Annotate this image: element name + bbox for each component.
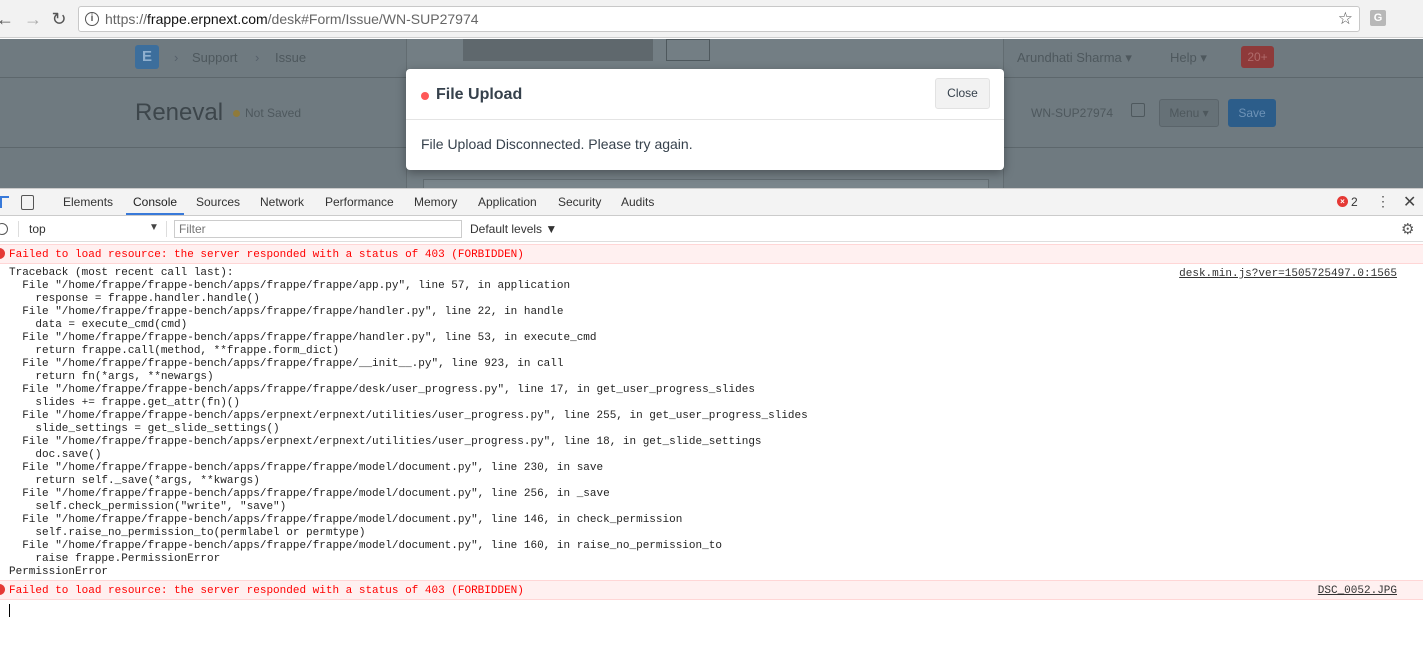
user-menu[interactable]: Arundhati Sharma ▾ (1017, 50, 1132, 66)
traceback-line: return frappe.call(method, **frappe.form… (9, 345, 340, 357)
error-indicator-icon (421, 92, 429, 100)
back-arrow-icon[interactable]: ← (0, 8, 16, 30)
traceback-line: Traceback (most recent call last): (9, 267, 234, 279)
traceback-line: File "/home/frappe/frappe-bench/apps/fra… (9, 358, 564, 370)
print-icon[interactable] (1131, 103, 1145, 117)
attachment-thumbnail-2 (666, 39, 710, 61)
bookmark-star-icon[interactable]: ☆ (1338, 9, 1353, 29)
traceback-line: File "/home/frappe/frappe-bench/apps/erp… (9, 436, 762, 448)
gear-icon[interactable]: ⚙ (1401, 220, 1414, 238)
tab-performance[interactable]: Performance (325, 195, 394, 209)
file-upload-dialog: File Upload Close File Upload Disconnect… (406, 69, 1004, 170)
status-indicator-icon (233, 110, 240, 117)
traceback-line: return fn(*args, **newargs) (9, 371, 214, 383)
error-icon (0, 584, 5, 595)
traceback-line: return self._save(*args, **kwargs) (9, 475, 260, 487)
toolbar-divider (18, 221, 19, 237)
traceback-line: doc.save() (9, 449, 102, 461)
traceback-line: File "/home/frappe/frappe-bench/apps/erp… (9, 410, 808, 422)
tab-security[interactable]: Security (558, 195, 601, 209)
url-text[interactable]: https://frappe.erpnext.com/desk#Form/Iss… (105, 11, 479, 27)
traceback-line: self.check_permission("write", "save") (9, 501, 287, 513)
document-name: WN-SUP27974 (1031, 106, 1114, 120)
site-info-icon[interactable]: i (85, 12, 99, 26)
dialog-message: File Upload Disconnected. Please try aga… (421, 136, 693, 152)
status-badge: Not Saved (245, 106, 302, 120)
dialog-title: File Upload (436, 86, 523, 103)
url-scheme: https:// (105, 11, 148, 27)
context-selector[interactable]: top (29, 222, 46, 236)
browser-toolbar: ← → ↻ i https://frappe.erpnext.com/desk#… (0, 0, 1423, 38)
traceback-line: response = frappe.handler.handle() (9, 293, 260, 305)
forward-arrow-icon[interactable]: → (22, 8, 44, 30)
error-icon (0, 248, 5, 259)
app-logo[interactable]: E (135, 45, 159, 69)
form-field (423, 179, 989, 188)
chevron-right-icon: › (174, 50, 179, 65)
traceback-line: data = execute_cmd(cmd) (9, 319, 188, 331)
inspect-element-icon[interactable] (0, 196, 9, 208)
active-tab-indicator (126, 213, 184, 215)
console-prompt-caret[interactable] (9, 604, 10, 617)
url-host: frappe.erpnext.com (147, 11, 268, 27)
more-options-icon[interactable]: ⋮ (1376, 193, 1390, 210)
source-link[interactable]: desk.min.js?ver=1505725497.0:1565 (1179, 268, 1397, 280)
traceback-line: self.raise_no_permission_to(permlabel or… (9, 527, 366, 539)
toolbar-divider (166, 221, 167, 237)
console-filter-bar: top ▼ Default levels ▼ ⚙ (0, 216, 1423, 242)
traceback-line: File "/home/frappe/frappe-bench/apps/fra… (9, 514, 683, 526)
error-count-icon[interactable]: × (1337, 196, 1348, 207)
extension-icon[interactable]: G (1370, 10, 1386, 26)
save-button[interactable]: Save (1228, 99, 1276, 127)
error-message: Failed to load resource: the server resp… (9, 585, 524, 597)
tab-application[interactable]: Application (478, 195, 537, 209)
reload-icon[interactable]: ↻ (48, 8, 70, 30)
traceback-line: File "/home/frappe/frappe-bench/apps/fra… (9, 280, 571, 292)
tab-memory[interactable]: Memory (414, 195, 457, 209)
traceback-line: slides += frappe.get_attr(fn)() (9, 397, 241, 409)
traceback-line: raise frappe.PermissionError (9, 553, 221, 565)
page-title: Reneval (135, 99, 224, 126)
traceback-line: File "/home/frappe/frappe-bench/apps/fra… (9, 384, 755, 396)
clear-console-icon[interactable] (0, 223, 8, 235)
traceback-line: File "/home/frappe/frappe-bench/apps/fra… (9, 332, 597, 344)
dropdown-arrow-icon[interactable]: ▼ (149, 222, 159, 233)
url-path: /desk#Form/Issue/WN-SUP27974 (267, 11, 479, 27)
console-error-row: Failed to load resource: the server resp… (0, 580, 1423, 600)
tab-network[interactable]: Network (260, 195, 304, 209)
breadcrumb-support[interactable]: Support (192, 50, 238, 65)
source-link[interactable]: DSC_0052.JPG (1318, 585, 1397, 597)
close-devtools-icon[interactable]: ✕ (1403, 192, 1416, 212)
chevron-right-icon: › (255, 50, 260, 65)
tab-audits[interactable]: Audits (621, 195, 654, 209)
device-toolbar-icon[interactable] (21, 195, 34, 210)
tab-elements[interactable]: Elements (63, 195, 113, 209)
address-bar[interactable]: i https://frappe.erpnext.com/desk#Form/I… (78, 6, 1360, 32)
help-menu[interactable]: Help ▾ (1170, 50, 1207, 66)
devtools-panel: Elements Console Sources Network Perform… (0, 188, 1423, 663)
console-output: Failed to load resource: the server resp… (0, 243, 1423, 663)
attachment-thumbnail (463, 39, 653, 61)
error-message: Failed to load resource: the server resp… (9, 249, 524, 261)
console-error-row: Failed to load resource: the server resp… (0, 244, 1423, 264)
filter-input[interactable] (174, 220, 462, 238)
dialog-header: File Upload Close (406, 69, 1004, 120)
traceback-line: File "/home/frappe/frappe-bench/apps/fra… (9, 462, 604, 474)
tab-sources[interactable]: Sources (196, 195, 240, 209)
notification-badge[interactable]: 20+ (1241, 46, 1274, 68)
traceback-line: File "/home/frappe/frappe-bench/apps/fra… (9, 540, 722, 552)
traceback-line: File "/home/frappe/frappe-bench/apps/fra… (9, 488, 610, 500)
traceback-block: Traceback (most recent call last): File … (9, 267, 1209, 579)
tab-console[interactable]: Console (133, 195, 177, 209)
error-count[interactable]: 2 (1351, 195, 1358, 209)
traceback-line: PermissionError (9, 566, 109, 578)
menu-button[interactable]: Menu ▾ (1159, 99, 1219, 127)
traceback-line: slide_settings = get_slide_settings() (9, 423, 280, 435)
devtools-tabbar: Elements Console Sources Network Perform… (0, 189, 1423, 216)
log-levels-dropdown[interactable]: Default levels ▼ (470, 222, 557, 236)
traceback-line: File "/home/frappe/frappe-bench/apps/fra… (9, 306, 564, 318)
breadcrumb-issue[interactable]: Issue (275, 50, 306, 65)
close-button[interactable]: Close (935, 78, 990, 109)
